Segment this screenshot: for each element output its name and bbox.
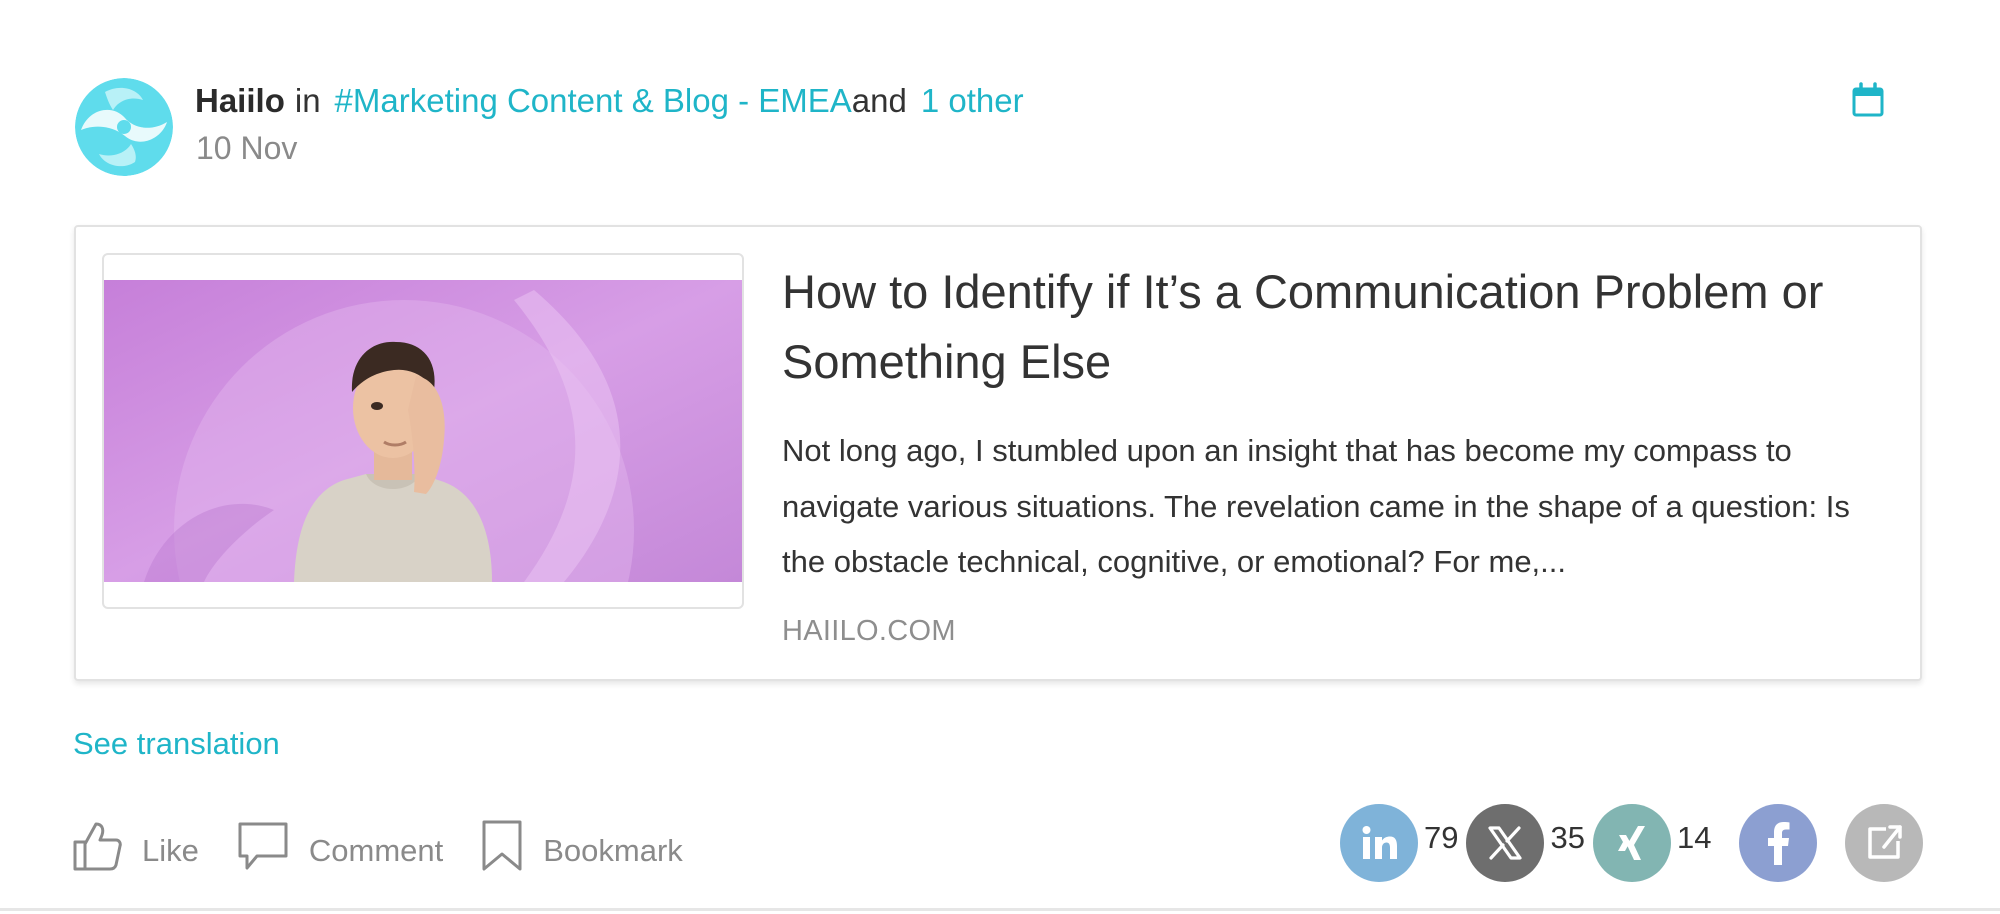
post-author-line: Haiilo in #Marketing Content & Blog - EM… [195,78,1024,124]
in-label: in [294,82,321,119]
others-link[interactable]: 1 other [921,82,1024,120]
comment-button[interactable]: Comment [237,820,443,872]
link-preview-card[interactable]: How to Identify if It’s a Communication … [74,225,1922,681]
x-share-button[interactable] [1466,804,1545,882]
haiilo-logo [75,78,173,176]
like-button[interactable]: Like [72,820,199,872]
preview-title[interactable]: How to Identify if It’s a Communication … [782,257,1892,397]
preview-image-frame [102,253,744,609]
x-icon [1488,826,1523,860]
xing-share-count: 14 [1676,820,1712,855]
comment-label: Comment [308,833,444,868]
and-label: and [851,82,907,119]
post-actions: Like Comment Bookmark [72,816,721,876]
see-translation-link[interactable]: See translation [73,726,280,762]
external-share-button[interactable] [1845,804,1924,882]
linkedin-share-button[interactable] [1340,804,1418,882]
thumbs-up-icon [73,822,122,871]
post-date: 10 Nov [196,130,298,166]
speech-bubble-icon [238,822,288,870]
facebook-share-button[interactable] [1739,804,1818,882]
linkedin-share-count: 79 [1424,820,1459,855]
x-share-count: 35 [1550,820,1585,855]
author-avatar[interactable] [75,78,173,176]
facebook-icon [1768,822,1790,865]
bookmark-icon [482,820,522,871]
author-name[interactable]: Haiilo [195,82,285,120]
calendar-icon[interactable] [1850,82,1886,118]
preview-domain: HAIILO.COM [782,615,956,647]
linkedin-icon [1362,826,1397,859]
xing-share-button[interactable] [1592,804,1671,882]
post-divider [0,908,2000,911]
channel-link[interactable]: #Marketing Content & Blog - EMEA [335,82,852,120]
preview-image [104,280,742,582]
preview-excerpt: Not long ago, I stumbled upon an insight… [782,433,1850,579]
preview-photo-illustration [104,280,742,582]
bookmark-label: Bookmark [543,833,683,868]
bookmark-button[interactable]: Bookmark [481,819,683,873]
like-label: Like [142,833,199,868]
external-link-icon [1868,825,1903,859]
xing-icon [1617,826,1645,860]
share-buttons: 79 35 14 [1340,804,1924,882]
